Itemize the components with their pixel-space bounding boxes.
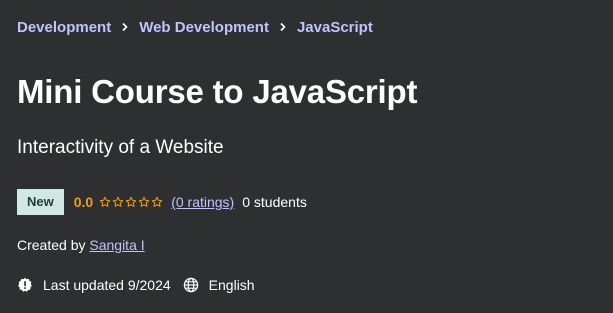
created-by-label: Created by	[17, 237, 90, 253]
course-language: English	[208, 277, 255, 293]
last-updated: Last updated 9/2024	[43, 277, 171, 293]
course-meta: Last updated 9/2024 English	[17, 275, 255, 295]
course-title: Mini Course to JavaScript	[17, 73, 418, 110]
rating-value: 0.0	[73, 194, 94, 210]
course-subtitle: Interactivity of a Website	[17, 137, 224, 158]
star-outline-icon	[138, 196, 150, 208]
star-outline-icon	[125, 196, 137, 208]
star-outline-icon	[151, 196, 163, 208]
breadcrumb-javascript[interactable]: JavaScript	[297, 19, 373, 36]
alert-badge-icon	[17, 277, 33, 293]
rating-row: New 0.0 (0 ratings) 0 students	[17, 189, 307, 215]
star-rating	[99, 196, 163, 208]
ratings-count-link[interactable]: (0 ratings)	[171, 194, 234, 210]
chevron-right-icon	[111, 22, 139, 32]
students-count: 0 students	[242, 194, 307, 210]
author-link[interactable]: Sangita I	[89, 237, 144, 253]
star-outline-icon	[112, 196, 124, 208]
breadcrumb-development[interactable]: Development	[17, 19, 111, 36]
breadcrumb-web-development[interactable]: Web Development	[139, 19, 269, 36]
created-by: Created by Sangita I	[17, 235, 145, 255]
globe-icon	[183, 277, 199, 293]
breadcrumb: Development Web Development JavaScript	[17, 16, 373, 38]
new-badge: New	[17, 189, 64, 215]
star-outline-icon	[99, 196, 111, 208]
chevron-right-icon	[269, 22, 297, 32]
